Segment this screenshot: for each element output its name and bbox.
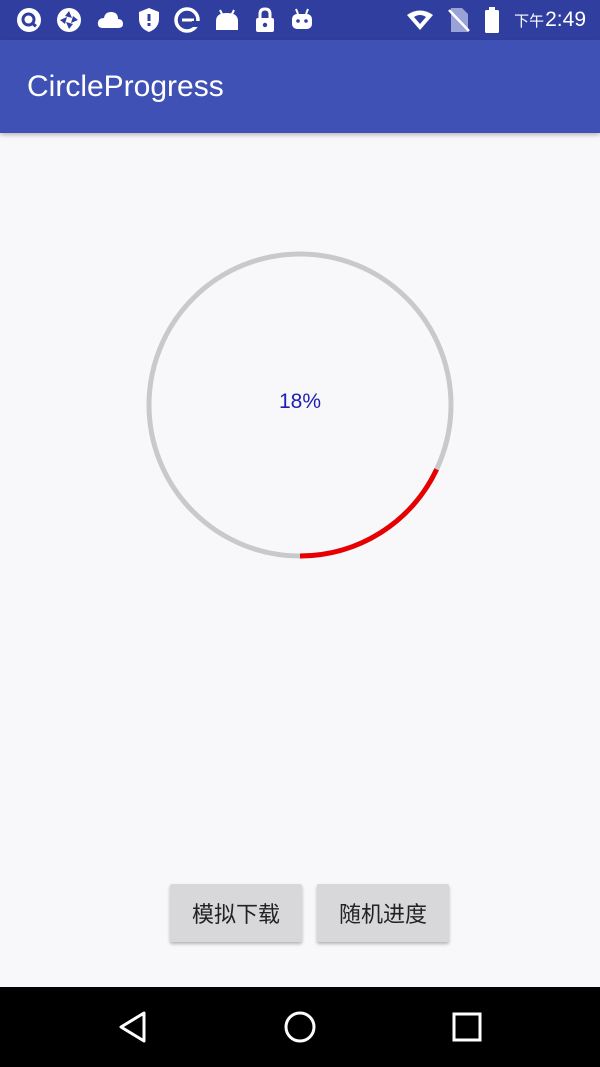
wifi-icon	[407, 10, 434, 30]
random-progress-button[interactable]: 随机进度	[317, 884, 449, 942]
app-title: CircleProgress	[27, 70, 224, 103]
status-clock: 下午 2:49	[514, 8, 586, 32]
cloud-icon	[97, 12, 123, 28]
lock-icon	[256, 7, 274, 32]
shield-icon	[139, 8, 159, 32]
progress-arc	[299, 468, 439, 559]
system-status-icons: 下午 2:49	[406, 6, 586, 34]
app-bar: CircleProgress	[0, 40, 600, 133]
aperture-app-icon	[57, 8, 81, 32]
status-bar: 下午 2:49	[0, 0, 600, 40]
battery-icon	[485, 7, 500, 33]
status-ampm: 下午	[514, 12, 545, 30]
simulate-download-button[interactable]: 模拟下载	[170, 884, 302, 942]
status-time: 2:49	[545, 8, 586, 31]
recents-icon[interactable]	[452, 1012, 482, 1042]
q-app-icon	[17, 8, 41, 32]
robot-icon	[292, 8, 312, 29]
home-icon[interactable]	[283, 1010, 317, 1044]
back-icon[interactable]	[117, 1010, 149, 1044]
notification-icons	[16, 6, 328, 34]
progress-percent-label: 18%	[278, 390, 322, 413]
android-icon	[216, 9, 238, 30]
no-sim-icon	[448, 8, 471, 32]
browser-e-icon	[174, 7, 200, 33]
navigation-bar	[0, 987, 600, 1067]
